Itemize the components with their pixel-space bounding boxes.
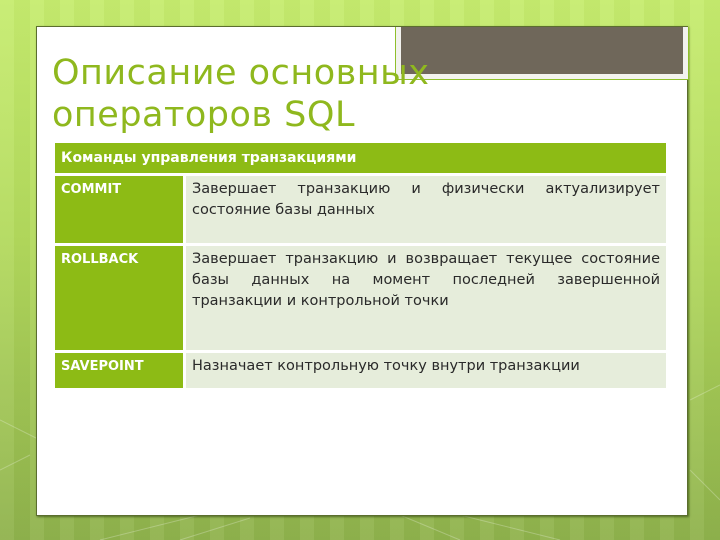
table-row: COMMIT Завершает транзакцию и физически …	[55, 176, 666, 243]
title-line-2: операторов SQL	[52, 95, 355, 135]
description-cell: Завершает транзакцию и возвращает текуще…	[186, 246, 666, 350]
transaction-commands-table: Команды управления транзакциями COMMIT З…	[55, 140, 666, 391]
photo-placeholder	[401, 27, 683, 74]
description-cell: Назначает контрольную точку внутри транз…	[186, 353, 666, 388]
command-cell: COMMIT	[55, 176, 186, 243]
table-row: SAVEPOINT Назначает контрольную точку вн…	[55, 353, 666, 388]
table-header: Команды управления транзакциями	[55, 143, 666, 173]
command-cell: SAVEPOINT	[55, 353, 186, 388]
description-cell: Завершает транзакцию и физически актуали…	[186, 176, 666, 243]
slide-title: Описание основных операторов SQL	[52, 52, 429, 136]
table-row: ROLLBACK Завершает транзакцию и возвраща…	[55, 246, 666, 350]
photo-frame	[395, 27, 689, 80]
title-line-1: Описание основных	[52, 53, 430, 93]
command-cell: ROLLBACK	[55, 246, 186, 350]
table-header-row: Команды управления транзакциями	[55, 143, 666, 173]
